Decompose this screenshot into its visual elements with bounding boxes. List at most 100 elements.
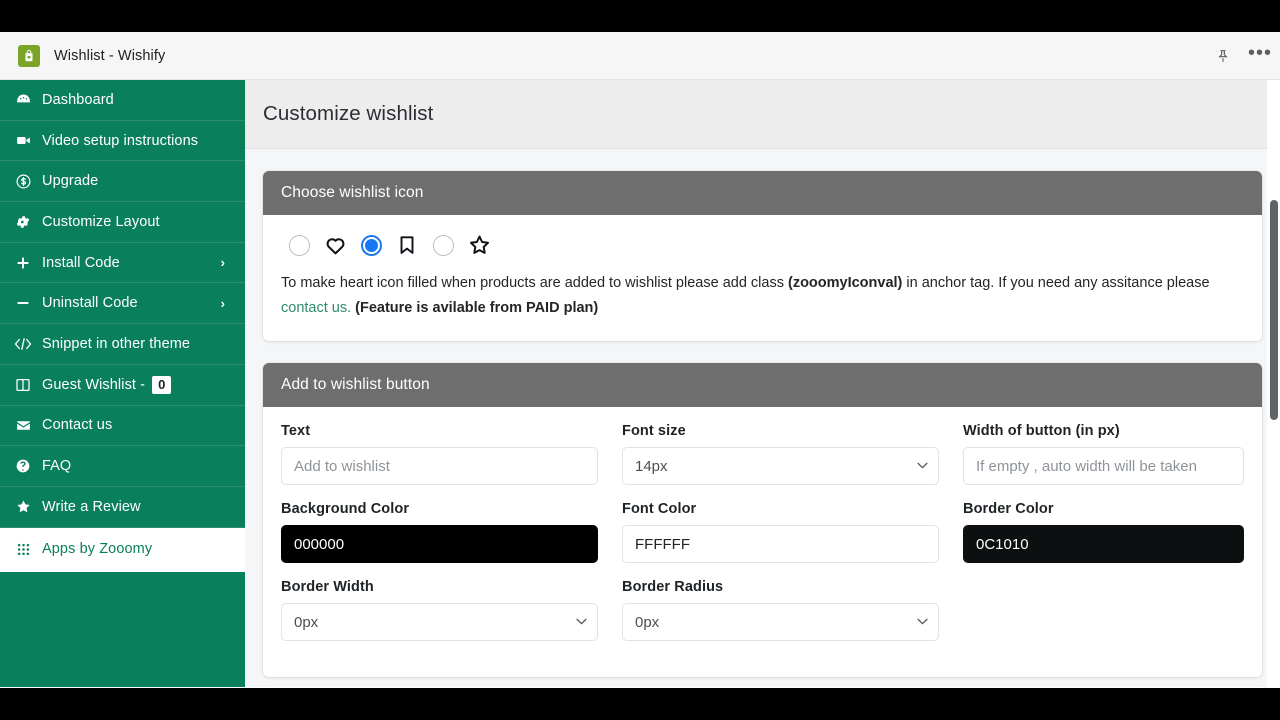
sidebar-item-label: Install Code (42, 254, 120, 271)
sidebar-item-video-setup-instructions[interactable]: Video setup instructions (0, 121, 245, 162)
radio-circle-selected-icon (360, 234, 382, 256)
font-size-select[interactable]: 14px (622, 447, 939, 485)
minus-icon (10, 295, 36, 311)
help-text-part-1: To make heart icon filled when products … (281, 275, 788, 291)
sidebar-item-faq[interactable]: FAQ (0, 446, 245, 487)
choose-wishlist-icon-card: Choose wishlist icon To make heart icon … (263, 171, 1262, 341)
add-to-wishlist-button-card: Add to wishlist button Text Font size (263, 363, 1262, 677)
app-body: Dashboard Video setup instructions Upgra… (0, 80, 1280, 687)
sidebar-item-label: Dashboard (42, 91, 114, 108)
wishlist-bag-heart-icon (18, 44, 40, 67)
sidebar-item-label: Apps by Zooomy (42, 541, 153, 558)
letterbox-top (0, 0, 1280, 32)
card-heading: Add to wishlist button (263, 363, 1262, 407)
field-border-radius: Border Radius 0px (622, 579, 939, 641)
radio-option-2[interactable] (353, 234, 389, 256)
contact-us-link[interactable]: contact us. (281, 300, 351, 316)
field-label: Font Color (622, 501, 697, 517)
field-border-width: Border Width 0px (281, 579, 598, 641)
sidebar-item-label: Customize Layout (42, 213, 160, 230)
heart-icon[interactable] (317, 234, 353, 257)
radio-option-1[interactable] (281, 234, 317, 256)
help-paid-plan-note: (Feature is avilable from PAID plan) (351, 300, 599, 316)
sidebar-item-install-code[interactable]: Install Code › (0, 243, 245, 284)
button-text-input[interactable] (281, 447, 598, 485)
sidebar-item-guest-wishlist[interactable]: Guest Wishlist - 0 (0, 365, 245, 406)
sidebar-navigation: Dashboard Video setup instructions Upgra… (0, 80, 245, 687)
app-titlebar: Wishlist - Wishify ••• (0, 32, 1280, 80)
columns-layout-icon (10, 377, 36, 393)
sidebar-item-contact-us[interactable]: Contact us (0, 406, 245, 447)
plus-icon (10, 255, 36, 271)
sidebar-item-dashboard[interactable]: Dashboard (0, 80, 245, 121)
radio-option-3[interactable] (425, 234, 461, 256)
font-color-input[interactable] (622, 525, 939, 563)
wishlist-icon-options (281, 231, 1244, 257)
sidebar-item-label: Contact us (42, 417, 113, 434)
field-label: Border Width (281, 579, 374, 595)
dollar-circle-icon (10, 173, 36, 190)
browser-viewport: Wishlist - Wishify ••• Dashboard Video s… (0, 32, 1280, 688)
card-body: To make heart icon filled when products … (263, 215, 1262, 341)
field-font-size: Font size 14px (622, 423, 939, 485)
scrollbar-thumb[interactable] (1270, 200, 1278, 420)
sidebar-item-uninstall-code[interactable]: Uninstall Code › (0, 283, 245, 325)
sidebar-item-label: FAQ (42, 458, 72, 475)
border-radius-select[interactable]: 0px (622, 603, 939, 641)
pin-icon[interactable] (1212, 45, 1234, 67)
sidebar-item-label: Guest Wishlist - (42, 376, 146, 393)
card-body: Text Font size 14px (263, 407, 1262, 677)
wishlist-icon-help-text: To make heart icon filled when products … (281, 271, 1216, 321)
radio-circle-icon (288, 234, 310, 256)
letterbox-bottom (0, 688, 1280, 720)
border-color-input[interactable] (963, 525, 1244, 563)
video-camera-icon (10, 132, 36, 149)
sidebar-item-customize-layout[interactable]: Customize Layout (0, 202, 245, 243)
sidebar-item-label: Upgrade (42, 173, 99, 190)
form-grid-spacer (963, 579, 1244, 657)
sidebar-item-write-a-review[interactable]: Write a Review (0, 487, 245, 528)
field-background-color: Background Color (281, 501, 598, 563)
dashboard-gauge-icon (10, 91, 36, 108)
page-title: Customize wishlist (263, 102, 434, 125)
star-outline-icon[interactable] (461, 233, 497, 257)
chevron-right-icon: › (220, 255, 225, 271)
sidebar-item-apps-by-zooomy[interactable]: Apps by Zooomy (0, 527, 245, 572)
card-heading: Choose wishlist icon (263, 171, 1262, 215)
sidebar-item-label: Write a Review (42, 498, 141, 515)
sidebar-item-label: Uninstall Code (42, 295, 138, 312)
sidebar-item-label: Snippet in other theme (42, 335, 191, 352)
gear-icon (10, 214, 36, 230)
background-color-input[interactable] (281, 525, 598, 563)
content-scroll-area: Choose wishlist icon To make heart icon … (245, 149, 1280, 687)
star-icon (10, 498, 36, 515)
field-width-of-button: Width of button (in px) (963, 423, 1244, 485)
app-title: Wishlist - Wishify (54, 47, 166, 64)
screenshot-root: Wishlist - Wishify ••• Dashboard Video s… (0, 0, 1280, 720)
field-border-color: Border Color (963, 501, 1244, 563)
bookmark-icon[interactable] (389, 233, 425, 257)
field-label: Font size (622, 423, 686, 439)
field-label: Text (281, 423, 311, 439)
envelope-icon (10, 417, 36, 434)
button-width-input[interactable] (963, 447, 1244, 485)
border-width-select[interactable]: 0px (281, 603, 598, 641)
sidebar-item-upgrade[interactable]: Upgrade (0, 161, 245, 203)
titlebar-actions: ••• (1212, 32, 1272, 79)
button-settings-form: Text Font size 14px (281, 423, 1244, 657)
field-text: Text (281, 423, 598, 485)
help-class-name: (zooomyIconval) (787, 275, 903, 291)
sidebar-item-label: Video setup instructions (42, 132, 199, 149)
field-label: Border Radius (622, 579, 724, 595)
sidebar-item-snippet-in-other-theme[interactable]: Snippet in other theme (0, 324, 245, 365)
more-options-icon[interactable]: ••• (1248, 43, 1272, 64)
main-content: Customize wishlist Choose wishlist icon (245, 80, 1280, 687)
radio-circle-icon (432, 234, 454, 256)
grid-apps-icon (10, 542, 36, 557)
code-brackets-icon (10, 337, 36, 351)
field-label: Width of button (in px) (963, 423, 1120, 439)
field-label: Border Color (963, 501, 1054, 517)
help-text-part-2: in anchor tag. If you need any assitance… (902, 275, 1210, 291)
vertical-scrollbar[interactable] (1267, 80, 1280, 687)
question-circle-icon (10, 458, 36, 474)
